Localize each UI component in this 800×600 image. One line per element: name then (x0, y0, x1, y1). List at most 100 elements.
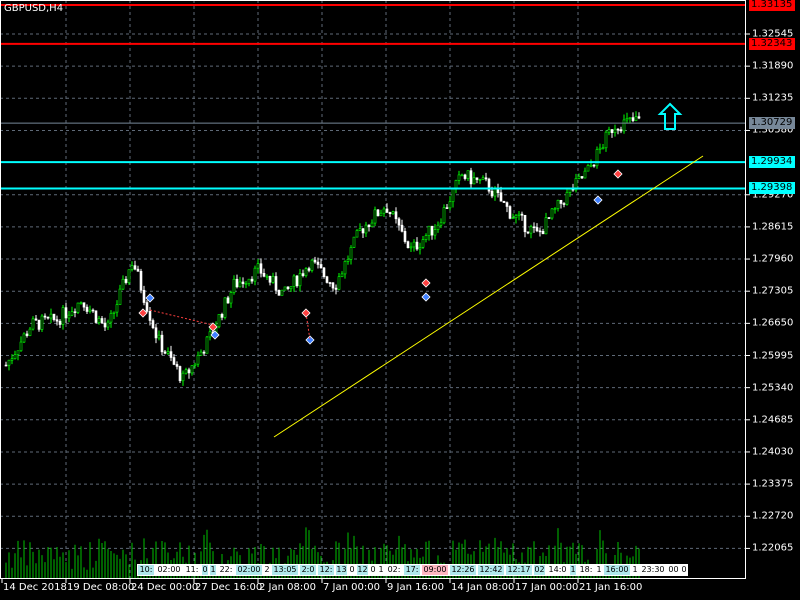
resistance-price-tag[interactable]: 1.32343 (749, 37, 795, 50)
candle-body (316, 261, 320, 265)
candle-body (25, 333, 29, 336)
event-tag[interactable]: 2:0 (299, 564, 317, 576)
support-price-tag[interactable]: 1.29934 (749, 156, 795, 169)
event-tag[interactable]: 02:00 (235, 564, 263, 576)
candle-body (478, 179, 482, 181)
candle-body (334, 287, 338, 290)
candle-body (589, 164, 593, 167)
candle-body (253, 267, 257, 282)
candle-body (460, 174, 464, 177)
event-tag[interactable]: 0 (201, 564, 209, 576)
price-label: 1.24030 (752, 446, 794, 458)
candle-body (565, 192, 569, 205)
candle-body (220, 314, 224, 318)
candle-body (502, 200, 506, 203)
price-label: 1.28615 (752, 221, 794, 233)
price-label: 1.24685 (752, 414, 794, 426)
candle-body (433, 229, 437, 236)
candle-body (421, 239, 425, 248)
event-tag[interactable]: 12:17 (505, 564, 533, 576)
candle-body (622, 119, 626, 132)
candle-body (124, 278, 128, 283)
event-tag[interactable]: 02: (385, 564, 403, 576)
trade-arrow-icon (593, 195, 603, 205)
event-tag[interactable]: 2 (263, 564, 271, 576)
event-tag[interactable]: 0 (348, 564, 356, 576)
candle-body (76, 302, 80, 313)
event-tag[interactable]: 12: (317, 564, 335, 576)
candle-body (235, 278, 239, 288)
time-label: 17 Jan 00:00 (515, 582, 579, 593)
candle-body (82, 302, 86, 308)
candle-body (7, 359, 11, 366)
event-tag[interactable]: 02:00 (155, 564, 183, 576)
candle-body (409, 246, 413, 249)
event-tag[interactable]: 0 (680, 564, 688, 576)
candle-body (472, 177, 476, 185)
candle-body (292, 275, 296, 287)
candle-body (475, 177, 479, 180)
event-tag[interactable]: 1 (631, 564, 639, 576)
candle-body (154, 327, 158, 339)
candle-body (283, 286, 287, 291)
candle-body (385, 208, 389, 213)
candle-body (373, 209, 377, 224)
up-arrow-icon (657, 102, 683, 130)
event-tag[interactable]: 1 (209, 564, 217, 576)
resistance-price-tag[interactable]: 1.33135 (749, 0, 795, 12)
chart-frame (0, 0, 746, 579)
candle-body (541, 231, 545, 235)
event-tag[interactable]: 10: (137, 564, 155, 576)
candle-body (598, 147, 602, 150)
event-tag[interactable]: 02 (533, 564, 546, 576)
event-tag[interactable]: 13 (335, 564, 348, 576)
candle-body (445, 207, 449, 209)
price-label: 1.27960 (752, 253, 794, 265)
event-tag[interactable]: 1 (569, 564, 577, 576)
candle-body (184, 369, 188, 374)
candle-body (592, 164, 596, 167)
support-price-tag[interactable]: 1.29398 (749, 182, 795, 195)
event-tag[interactable]: 12:42 (477, 564, 505, 576)
candle-body (19, 341, 23, 352)
event-tag[interactable]: 22: (217, 564, 235, 576)
candle-body (376, 209, 380, 217)
candle-body (43, 315, 47, 318)
event-tag[interactable]: 16:00 (603, 564, 631, 576)
candle-body (610, 129, 614, 134)
candle-body (193, 363, 197, 366)
event-tag[interactable]: 00 (667, 564, 680, 576)
candle-body (313, 259, 317, 263)
event-tag[interactable]: 1 (377, 564, 385, 576)
candle-body (523, 214, 527, 233)
event-tag[interactable]: 14:0 (546, 564, 569, 576)
candle-body (382, 208, 386, 214)
candle-body (226, 297, 230, 304)
event-tag[interactable]: 0 (369, 564, 377, 576)
candle-body (265, 275, 269, 278)
candle-body (358, 228, 362, 231)
event-tag[interactable]: 09:00 (421, 564, 449, 576)
event-tag[interactable]: 18: (577, 564, 595, 576)
trendline[interactable] (273, 155, 704, 438)
candle-body (133, 265, 137, 270)
candle-body (73, 311, 77, 313)
price-chart[interactable] (0, 0, 800, 600)
candle-body (439, 222, 443, 226)
candle-body (49, 313, 53, 319)
candle-body (160, 334, 164, 353)
event-tag[interactable]: 23:30 (639, 564, 667, 576)
candle-body (241, 281, 245, 284)
bid-price-tag[interactable]: 1.30729 (749, 117, 795, 130)
candle-body (505, 202, 509, 207)
event-tag[interactable]: 12 (356, 564, 369, 576)
trade-link-line (305, 312, 311, 341)
candle-body (616, 128, 620, 131)
event-tag[interactable]: 17: (403, 564, 421, 576)
event-tag[interactable]: 1 (595, 564, 603, 576)
event-tag[interactable]: 11: (183, 564, 201, 576)
candle-body (46, 316, 50, 319)
event-tag[interactable]: 13:05 (271, 564, 299, 576)
event-tag[interactable]: 12:26 (449, 564, 477, 576)
candle-body (130, 265, 134, 271)
